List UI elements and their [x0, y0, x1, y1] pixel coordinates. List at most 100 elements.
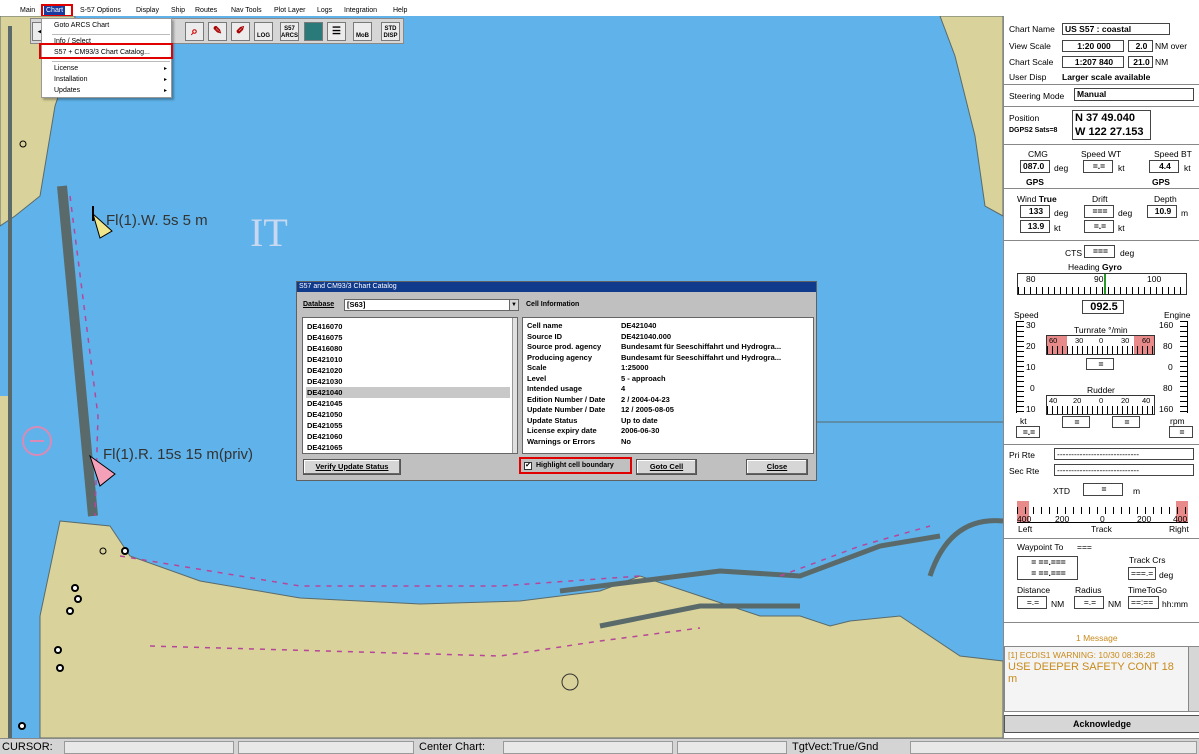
track-crs-unit: deg — [1159, 570, 1174, 580]
menu-nav-tools[interactable]: Nav Tools — [231, 6, 262, 15]
menu-display[interactable]: Display — [136, 6, 159, 15]
s57-arcs-button[interactable]: S57 ARCS — [280, 22, 299, 41]
tgtvect-label: TgtVect:True/Gnd — [792, 741, 879, 753]
speed-wt-label: Speed WT — [1081, 149, 1122, 159]
cell-list-item[interactable]: DE421055 — [306, 420, 510, 431]
engine-tick: 160 — [1159, 320, 1174, 330]
menu-plot-layer[interactable]: Plot Layer — [274, 6, 306, 15]
database-select[interactable]: [S63] ▼ — [344, 299, 519, 311]
chart-scale-label: Chart Scale — [1009, 57, 1054, 67]
rudder-tick: 0 — [1099, 396, 1104, 405]
cell-info-key: Source ID — [527, 331, 563, 341]
heading-ticks — [1018, 287, 1186, 294]
cell-list-item[interactable]: DE421030 — [306, 376, 510, 387]
waypoint-position: = ==.=== = ==.=== — [1017, 556, 1078, 580]
menu-logs[interactable]: Logs — [317, 6, 332, 15]
pri-rte-value[interactable]: ----------------------------- — [1054, 448, 1194, 460]
cell-list-item[interactable]: DE421045 — [306, 398, 510, 409]
speed-bt-unit: kt — [1184, 163, 1191, 173]
turnrate-tick: 30 — [1121, 336, 1130, 345]
cell-list-item[interactable]: DE421020 — [306, 365, 510, 376]
cell-list-item[interactable]: DE421060 — [306, 431, 510, 442]
wind-speed: 13.9 — [1020, 220, 1050, 233]
cell-list-item[interactable]: DE421040 — [306, 387, 510, 398]
light-label-white: Fl(1).W. 5s 5 m — [106, 212, 208, 229]
message-line-2: USE DEEPER SAFETY CONT 18 m — [1008, 661, 1174, 685]
cell-info-label: Cell Information — [526, 301, 580, 308]
center-chart-label: Center Chart: — [419, 741, 486, 753]
wind-kt-unit: kt — [1054, 223, 1061, 233]
position-value: N 37 49.040 W 122 27.153 — [1072, 110, 1151, 140]
mob-button[interactable]: MoB — [353, 22, 372, 41]
cell-list-scrollbar[interactable] — [512, 318, 517, 453]
cell-list-item[interactable]: DE416070 — [306, 321, 510, 332]
map-icon[interactable] — [304, 22, 323, 41]
sec-rte-value[interactable]: ----------------------------- — [1054, 464, 1194, 476]
steering-mode-value[interactable]: Manual — [1074, 88, 1194, 101]
rudder-tick: 20 — [1073, 396, 1082, 405]
turnrate-label: Turnrate °/min — [1074, 325, 1128, 335]
cell-info-key: Intended usage — [527, 384, 583, 393]
list-icon[interactable]: ☰ — [327, 22, 346, 41]
marker-icon[interactable]: ✐ — [231, 22, 250, 41]
center-chart-field — [503, 741, 673, 754]
cmg-label: CMG — [1028, 149, 1048, 159]
cell-list[interactable]: DE416070 DE416075 DE416080 DE421010 DE421020… — [302, 317, 518, 454]
engine-tick: 80 — [1163, 383, 1173, 393]
menu-item-installation[interactable]: Installation — [54, 76, 87, 83]
std-disp-button[interactable]: STD DISP — [381, 22, 400, 41]
menu-routes[interactable]: Routes — [195, 6, 217, 15]
menu-main[interactable]: Main — [20, 6, 35, 15]
heading-value: 092.5 — [1082, 300, 1124, 314]
menu-help[interactable]: Help — [393, 6, 407, 15]
waypoint-label: Waypoint To — [1017, 542, 1064, 552]
cmg-value: 087.0 — [1020, 160, 1050, 173]
cell-info-value: Up to date — [621, 415, 658, 425]
divider — [1004, 538, 1199, 539]
cell-info-value: DE421040.000 — [621, 331, 672, 341]
goto-cell-button[interactable]: Goto Cell — [636, 459, 697, 475]
divider — [1004, 188, 1199, 189]
ttg-label: TimeToGo — [1128, 585, 1167, 595]
log-button[interactable]: LOG — [254, 22, 273, 41]
cell-list-item[interactable]: DE416080 — [306, 343, 510, 354]
chevron-down-icon[interactable]: ▼ — [509, 300, 518, 310]
acknowledge-button[interactable]: Acknowledge — [1004, 715, 1199, 733]
cell-list-item[interactable]: DE421050 — [306, 409, 510, 420]
ttg-unit: hh:mm — [1162, 599, 1188, 609]
drift-speed: =.= — [1084, 220, 1114, 233]
cell-list-item[interactable]: DE416075 — [306, 332, 510, 343]
cell-info-value: Bundesamt für Seeschiffahrt und Hydrogra… — [621, 352, 782, 362]
menu-item-updates[interactable]: Updates — [54, 87, 80, 94]
rudder-value-left: = — [1062, 416, 1090, 428]
close-button[interactable]: Close — [746, 459, 808, 475]
sec-rte-label: Sec Rte — [1009, 466, 1040, 476]
menu-s57-options[interactable]: S-57 Options — [80, 6, 121, 15]
rudder-label: Rudder — [1087, 385, 1115, 395]
cell-list-item[interactable]: DE421065 — [306, 442, 510, 453]
xtd-unit: m — [1133, 486, 1141, 496]
heading-tick-label: 100 — [1147, 274, 1162, 284]
latitude: N 37 49.040 — [1075, 112, 1135, 124]
cell-info-value: 1:25000 — [621, 363, 649, 372]
radius-label: Radius — [1075, 585, 1102, 595]
xtd-tick: 200 — [1137, 514, 1152, 524]
speed-bt-source: GPS — [1152, 177, 1170, 187]
drift-direction: === — [1084, 205, 1114, 218]
message-scrollbar[interactable] — [1188, 647, 1199, 711]
pri-rte-label: Pri Rte — [1009, 450, 1035, 460]
cell-info-value: DE421040 — [621, 321, 657, 330]
pencil-icon[interactable]: ✎ — [208, 22, 227, 41]
steering-mode-label: Steering Mode — [1009, 91, 1065, 101]
verify-update-status-button[interactable]: Verify Update Status — [303, 459, 401, 475]
view-scale-value[interactable]: 1:20 000 — [1062, 40, 1124, 52]
cell-list-item[interactable]: DE421010 — [306, 354, 510, 365]
menu-ship[interactable]: Ship — [171, 6, 185, 15]
search-icon[interactable]: ⌕ — [185, 22, 204, 41]
status-field — [677, 741, 787, 754]
menu-integration[interactable]: Integration — [344, 6, 377, 15]
turnrate-tick: 60 — [1142, 336, 1151, 345]
drift-deg-unit: deg — [1118, 208, 1133, 218]
menu-item-goto-arcs[interactable]: Goto ARCS Chart — [54, 22, 109, 29]
menu-item-license[interactable]: License — [54, 65, 78, 72]
